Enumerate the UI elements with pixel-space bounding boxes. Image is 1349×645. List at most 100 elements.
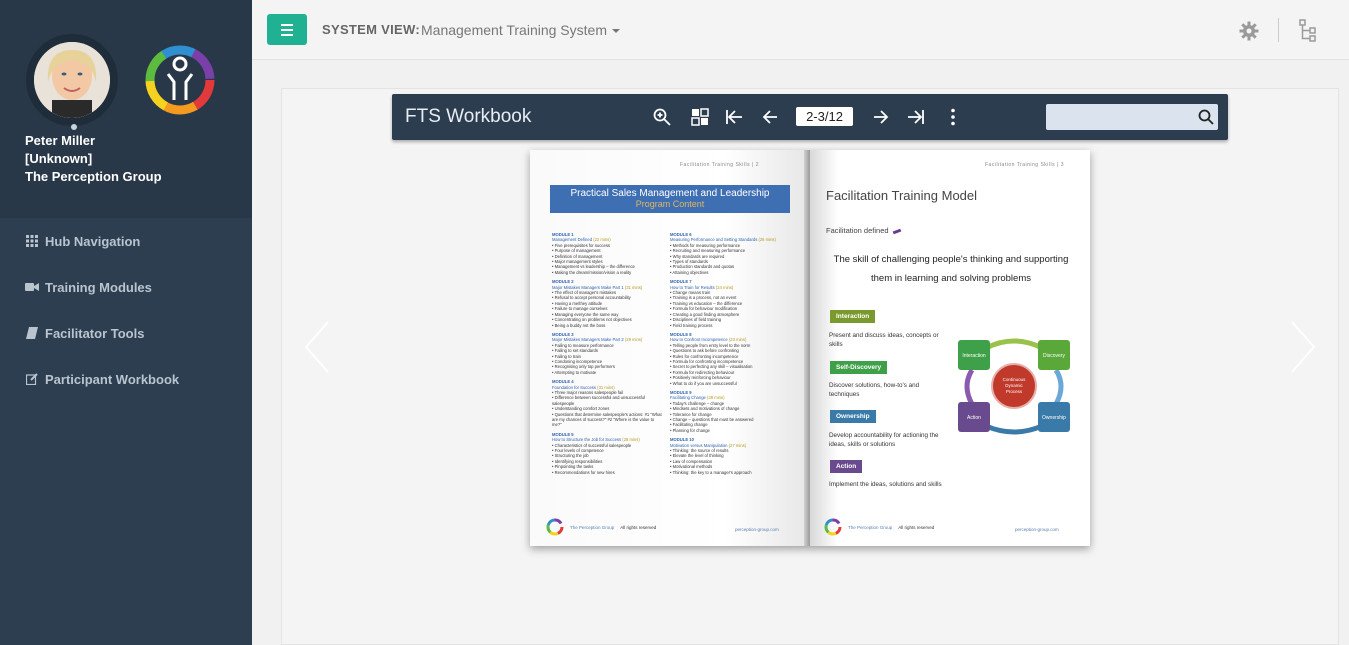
list-item: Field training process [670, 323, 782, 328]
sidebar-item-label: Training Modules [45, 279, 152, 295]
list-item: Attaining objectives [670, 270, 782, 275]
module-block: MODULE 8 How to Confront Incompetence (23… [670, 332, 782, 386]
next-page-arrow-icon[interactable] [1288, 320, 1318, 374]
stage-desc-ownership: Develop accountability for actioning the… [829, 432, 939, 448]
previous-page-arrow-icon[interactable] [302, 320, 332, 374]
list-item: Making the dream/mission/vision a realit… [552, 270, 664, 275]
footer-org: The Perception Group [848, 524, 893, 530]
sidebar-item-hub-navigation[interactable]: Hub Navigation [0, 218, 252, 264]
gear-icon[interactable] [1239, 21, 1259, 41]
page-footer: The Perception Group All rights reserved [546, 518, 656, 536]
last-page-icon[interactable] [907, 108, 925, 126]
banner-subtitle: Program Content [635, 199, 705, 209]
module-topics: Telling people from entry level to the n… [670, 343, 782, 386]
list-item: Recommendations for new hires [552, 470, 664, 475]
cycle-arrow [984, 338, 1044, 351]
module-topics: Five prerequisites for successPurpose of… [552, 243, 664, 275]
running-head: Facilitation Training Skills | 3 [985, 162, 1064, 168]
list-item: Questions that determine salespeople's a… [552, 412, 664, 428]
sidebar-item-participant-workbook[interactable]: Participant Workbook [0, 356, 252, 402]
search-input[interactable] [1046, 104, 1218, 130]
profile-info: Peter Miller [Unknown] The Perception Gr… [25, 132, 162, 186]
module-topics: The effect of manager's mistakesRefusal … [552, 290, 664, 328]
system-view-label: SYSTEM VIEW: [322, 22, 420, 37]
banner-title: Practical Sales Management and Leadershi… [570, 188, 770, 199]
right-page[interactable]: Facilitation Training Skills | 3 Facilit… [810, 150, 1090, 546]
next-page-icon[interactable] [872, 108, 890, 126]
first-page-icon[interactable] [725, 108, 743, 126]
video-camera-icon [25, 280, 39, 294]
list-item: Being a buddy not the boss [552, 323, 664, 328]
avatar[interactable] [34, 42, 110, 118]
modules-column-2: MODULE 6 Measuring Performance and Settin… [670, 228, 782, 475]
sidebar-item-label: Hub Navigation [45, 233, 141, 249]
sidebar-item-facilitator-tools[interactable]: Facilitator Tools [0, 310, 252, 356]
svg-text:Action: Action [967, 415, 981, 421]
module-block: MODULE 10 Motivation versus Manipulation … [670, 437, 782, 475]
model-title: Facilitation Training Model [826, 188, 978, 203]
left-page[interactable]: Facilitation Training Skills | 2 Practic… [530, 150, 810, 546]
grid-icon [25, 234, 39, 248]
page-footer: The Perception Group All rights reserved [824, 518, 934, 536]
viewer-title: FTS Workbook [405, 106, 532, 127]
footer-rights: All rights reserved [620, 524, 657, 530]
profile-panel: Peter Miller [Unknown] The Perception Gr… [0, 0, 252, 218]
list-item: Planning for change [670, 428, 782, 433]
stage-tag-action: Action [830, 460, 863, 473]
thumbnails-icon[interactable] [691, 108, 709, 126]
sitemap-icon[interactable] [1298, 18, 1318, 42]
stage-tag-ownership: Ownership [830, 410, 876, 423]
search-icon[interactable] [1198, 109, 1214, 125]
list-item: Thinking: the key to a manager's approac… [670, 470, 782, 475]
module-block: MODULE 7 How to Train for Results (24 min… [670, 279, 782, 328]
module-topics: Change means trainTraining is a process,… [670, 290, 782, 328]
more-options-icon[interactable] [944, 108, 962, 126]
svg-text:Discovery: Discovery [1043, 353, 1065, 359]
facilitation-cycle-diagram: Interaction Discovery Ownership Action C… [958, 338, 1070, 435]
toolbar-divider [1278, 18, 1279, 42]
workbook-viewer-toolbar: FTS Workbook 2-3/12 [392, 94, 1228, 140]
definition-label: Facilitation defined [826, 226, 889, 235]
cycle-arrow [964, 368, 975, 406]
stage-desc-self-discovery: Discover solutions, how-to's and techniq… [829, 382, 920, 398]
hamburger-icon-line [281, 33, 293, 36]
module-topics: Thinking: the source of resultsElevate t… [670, 448, 782, 475]
stage-tag-interaction: Interaction [830, 310, 876, 323]
book-icon [25, 326, 39, 340]
svg-text:Ownership: Ownership [1042, 415, 1066, 421]
sidebar-item-training-modules[interactable]: Training Modules [0, 264, 252, 310]
sidebar-nav: Hub Navigation Training Modules Facilita… [0, 218, 252, 402]
footer-logo-icon [824, 518, 842, 536]
module-topics: Three major reasons salespeople failDiff… [552, 390, 664, 428]
user-role: [Unknown] [25, 151, 93, 166]
previous-page-icon[interactable] [761, 108, 779, 126]
workbook-spread[interactable]: Facilitation Training Skills | 2 Practic… [530, 150, 1090, 546]
sidebar-item-label: Facilitator Tools [45, 325, 145, 341]
list-item: What to do if you are unsuccessful [670, 381, 782, 386]
module-block: MODULE 1Management Defined (22 mins)Five… [552, 232, 664, 275]
user-name: Peter Miller [25, 133, 96, 148]
system-view-value: Management Training System [421, 22, 607, 38]
perception-group-logo-icon [144, 44, 216, 116]
module-topics: Methods for measuring performanceRecruit… [670, 243, 782, 275]
modules-column-1: MODULE 1Management Defined (22 mins)Five… [552, 228, 664, 475]
cycle-arrow [985, 423, 1043, 435]
definition-label-row: Facilitation defined [826, 226, 901, 235]
system-view-dropdown[interactable]: Management Training System [421, 22, 620, 38]
module-block: MODULE 4 Foundation for Success (31 mins)… [552, 379, 664, 428]
stage-desc-interaction: Present and discuss ideas, concepts or s… [829, 332, 939, 348]
svg-text:Interaction: Interaction [962, 353, 986, 359]
footer-logo-icon [546, 518, 564, 536]
cycle-arrow [1053, 368, 1064, 406]
footer-org: The Perception Group [570, 524, 615, 530]
zoom-in-icon[interactable] [653, 108, 671, 126]
program-banner: Practical Sales Management and Leadershi… [550, 185, 790, 213]
top-bar: SYSTEM VIEW: Management Training System [252, 0, 1349, 60]
page-indicator[interactable]: 2-3/12 [796, 107, 853, 126]
module-topics: Characteristics of successful salespeopl… [552, 443, 664, 475]
menu-toggle-button[interactable] [267, 14, 307, 45]
module-topics: Failing to measure performanceFailing to… [552, 343, 664, 375]
footer-rights: All rights reserved [898, 524, 935, 530]
hamburger-icon-line [281, 28, 293, 31]
list-item: Difference between successful and unsucc… [552, 395, 664, 406]
